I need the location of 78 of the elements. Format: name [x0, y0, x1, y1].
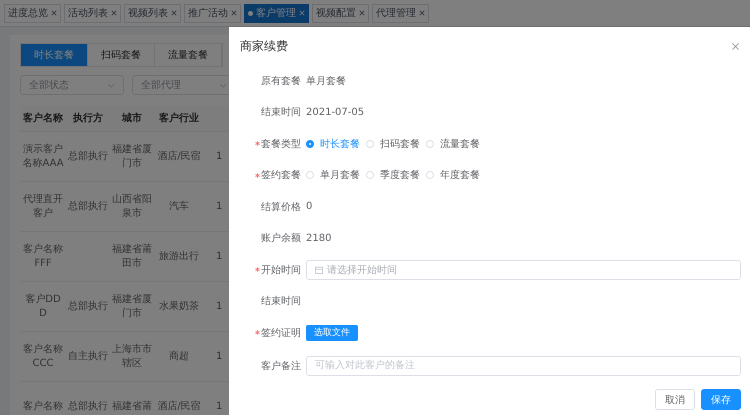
field-label: 套餐类型	[261, 138, 301, 151]
column-header: 客户名称	[22, 112, 64, 126]
column-header: 执行方	[72, 112, 104, 126]
field-label: 结束时间	[261, 106, 301, 120]
field-label: 账户余额	[261, 232, 301, 246]
table-cell: 山西省阳泉市	[112, 194, 152, 218]
table-cell: 上海市市辖区	[112, 344, 152, 368]
table-cell: 福建省厦门市	[112, 144, 152, 168]
page-tag[interactable]: 视频列表	[124, 4, 181, 22]
field-value: 单月套餐	[306, 74, 346, 88]
page-tag[interactable]: 代理管理	[372, 4, 429, 22]
table-cell: 自主执行	[68, 350, 108, 362]
cancel-button[interactable]: 取消	[655, 389, 695, 410]
field-label: 开始时间	[261, 264, 301, 277]
drawer-title: 商家续费	[240, 38, 288, 54]
radio-option[interactable]: 季度套餐	[366, 168, 426, 182]
radio-option[interactable]: 扫码套餐	[366, 136, 426, 151]
close-icon[interactable]	[111, 10, 117, 16]
close-icon[interactable]	[419, 10, 425, 16]
field-label: 客户备注	[261, 360, 301, 372]
table-cell: 代理直开客户	[23, 194, 63, 218]
chevron-down-icon	[219, 82, 227, 88]
table-cell: 商超	[169, 350, 189, 362]
page-tag[interactable]: 进度总览	[4, 4, 61, 22]
table-cell: 旅游出行	[159, 250, 199, 262]
table-cell: 客户DDD	[25, 294, 61, 318]
table-cell: 福建省厦门市	[112, 294, 152, 318]
field-label: 原有套餐	[261, 74, 301, 88]
table-cell: 1	[216, 200, 222, 212]
table-cell: 总部执行	[68, 300, 108, 312]
table-cell: 客户名称FFF	[23, 244, 63, 268]
filter-select[interactable]: 全部状态	[20, 75, 124, 95]
page-tag[interactable]: 活动列表	[64, 4, 121, 22]
table-cell: 演示客户名称AAA	[22, 144, 64, 168]
radio-option[interactable]: 流量套餐	[426, 136, 486, 151]
choose-file-button[interactable]: 选取文件	[306, 324, 358, 341]
table-cell: 1	[216, 150, 222, 162]
date-field[interactable]: 请选择开始时间	[306, 260, 741, 280]
table-cell: 总部执行	[68, 150, 108, 162]
close-icon[interactable]	[171, 10, 177, 16]
table-cell: 1	[216, 350, 222, 362]
radio-option[interactable]: 年度套餐	[426, 168, 486, 182]
table-cell: 汽车	[169, 200, 189, 212]
field-value: 0	[306, 201, 312, 212]
field-value: 2180	[306, 232, 332, 244]
table-cell: 总部执行	[68, 400, 108, 412]
field-label: 签约套餐	[261, 168, 301, 182]
remark-field[interactable]: 可输入对此客户的备注	[306, 356, 741, 376]
table-cell: 福建省莆田市	[112, 244, 152, 268]
package-tab[interactable]: 时长套餐	[21, 44, 88, 66]
page-tag[interactable]: 视频配置	[312, 4, 369, 22]
table-cell: 客户名称	[23, 400, 63, 412]
field-label: 签约证明	[261, 326, 301, 340]
field-label: 结算价格	[261, 200, 301, 214]
table-cell: 水果奶茶	[159, 300, 199, 312]
table-cell: 酒店/民宿	[157, 150, 201, 162]
chevron-down-icon	[107, 82, 115, 88]
field-label: 结束时间	[261, 294, 301, 308]
calendar-icon	[315, 266, 323, 274]
page-tag[interactable]: 客户管理	[244, 4, 309, 22]
table-cell: 1	[216, 400, 222, 412]
table-cell: 客户名称CCC	[23, 344, 63, 368]
field-value: 2021-07-05	[306, 106, 364, 118]
table-cell: 总部执行	[68, 200, 108, 212]
table-cell: 福建省莆	[112, 400, 152, 412]
close-icon[interactable]	[732, 42, 739, 50]
close-icon[interactable]	[231, 10, 237, 16]
radio-option[interactable]: 单月套餐	[306, 168, 366, 182]
column-header: 城市	[120, 112, 143, 126]
radio-option[interactable]: 时长套餐	[306, 136, 366, 151]
save-button[interactable]: 保存	[701, 389, 741, 410]
table-cell: 1	[216, 250, 222, 262]
close-icon[interactable]	[359, 10, 365, 16]
column-header: 客户行业	[158, 112, 200, 126]
table-cell: 酒店/民宿	[157, 400, 201, 412]
table-cell: 1	[216, 300, 222, 312]
page-tag[interactable]: 推广活动	[184, 4, 241, 22]
close-icon[interactable]	[51, 10, 57, 16]
